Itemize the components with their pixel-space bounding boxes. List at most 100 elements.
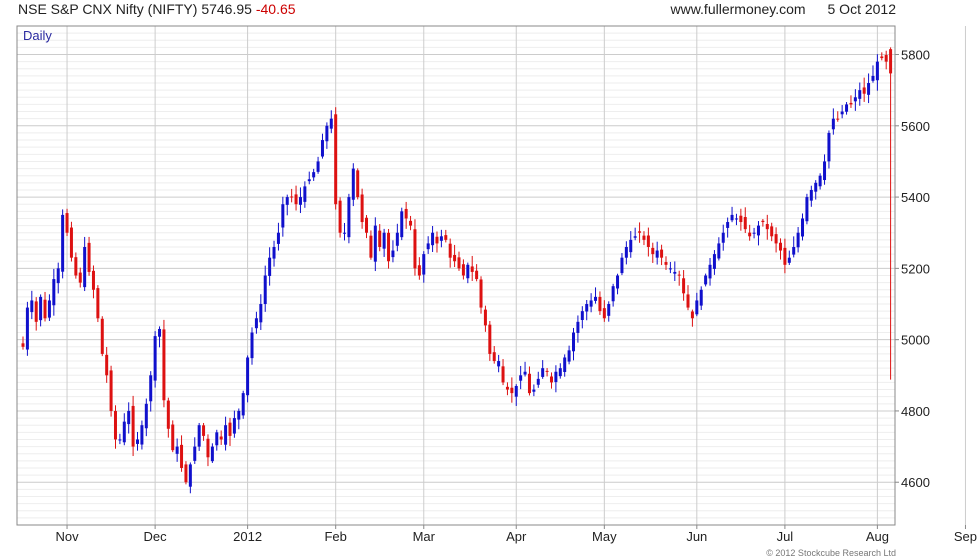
candle-body <box>100 318 104 354</box>
candle-body <box>140 425 144 445</box>
candle-body <box>466 264 470 279</box>
candle-body <box>417 265 421 276</box>
candle-body <box>519 375 523 381</box>
price-chart: 4600 4800 5000 5200 5400 5600 5800 Nov Dec 2012 Fe… <box>16 25 977 544</box>
y-tick-label: 5800 <box>901 48 930 63</box>
candle-body <box>61 214 65 272</box>
candle-body <box>708 264 712 279</box>
candle-body <box>369 235 373 258</box>
candle-body <box>210 446 214 462</box>
candle-body <box>664 262 668 265</box>
candle-body <box>65 213 69 233</box>
candle-body <box>52 279 56 306</box>
candle-body <box>21 343 25 347</box>
candle-body <box>743 217 747 230</box>
candle-body <box>801 218 805 237</box>
x-tick-label: Jun <box>686 529 707 544</box>
candle-body <box>686 294 690 308</box>
candle-body <box>602 308 606 319</box>
candle-body <box>224 425 228 445</box>
x-tick-label: Dec <box>144 529 168 544</box>
candle-body <box>312 172 316 178</box>
candle-body <box>316 161 320 172</box>
candle-body <box>360 194 364 223</box>
candle-body <box>83 246 87 288</box>
x-tick-label: Feb <box>324 529 346 544</box>
candle-body <box>862 87 866 94</box>
candle-body <box>853 97 857 102</box>
candle-body <box>96 288 100 319</box>
candle-body <box>734 218 738 220</box>
last-bar-body <box>889 49 893 74</box>
candle-body <box>792 246 796 255</box>
candle-body <box>589 300 593 307</box>
candle-body <box>875 61 879 81</box>
candle-body <box>814 182 818 192</box>
candle-body <box>638 231 642 233</box>
candle-body <box>541 368 545 377</box>
candle-body <box>320 140 324 157</box>
x-tick-label: 2012 <box>233 529 262 544</box>
candle-body <box>501 366 505 383</box>
candle-body <box>475 270 479 280</box>
x-tick-label: Aug <box>866 529 889 544</box>
candle-body <box>536 378 540 385</box>
y-tick-label: 5400 <box>901 190 930 205</box>
candle-body <box>761 220 765 223</box>
candle-body <box>849 102 853 105</box>
y-tick-label: 5600 <box>901 119 930 134</box>
candle-body <box>329 118 333 129</box>
candle-body <box>325 125 329 142</box>
candle-body <box>158 328 162 337</box>
candle-body <box>197 425 201 447</box>
candle-body <box>514 385 518 397</box>
candle-body <box>127 410 131 425</box>
candle-body <box>479 279 483 308</box>
candle-body <box>510 387 514 394</box>
candle-body <box>272 246 276 259</box>
x-tick-label: Jul <box>777 529 794 544</box>
candle-body <box>193 446 197 461</box>
candle-body <box>43 299 47 319</box>
candle-body <box>351 168 355 200</box>
candle-body <box>294 194 298 205</box>
candle-body <box>188 464 192 487</box>
candle-body <box>712 254 716 269</box>
candle-body <box>616 275 620 289</box>
candle-body <box>250 332 254 359</box>
candle-body <box>56 268 60 284</box>
candle-body <box>752 232 756 234</box>
candle-body <box>620 257 624 274</box>
candle-body <box>470 266 474 272</box>
candle-body <box>633 236 637 238</box>
candle-body <box>796 232 800 248</box>
candle-body <box>228 422 232 436</box>
candle-body <box>523 371 527 375</box>
candle-body <box>453 254 457 262</box>
candle-body <box>809 189 813 201</box>
candle-body <box>25 307 29 350</box>
candle-body <box>651 247 655 255</box>
candle-body <box>395 232 399 246</box>
candle-body <box>254 318 258 329</box>
x-tick-label: Apr <box>506 529 527 544</box>
candle-body <box>39 296 43 321</box>
candle-body <box>505 386 509 390</box>
candle-body <box>836 118 840 120</box>
candle-body <box>426 243 430 250</box>
candle-body <box>572 332 576 352</box>
candle-body <box>629 239 633 253</box>
candle-body <box>823 161 827 181</box>
copyright-notice: © 2012 Stockcube Research Ltd <box>766 548 896 558</box>
candle-body <box>884 55 888 62</box>
candle-body <box>382 232 386 249</box>
candle-body <box>131 405 135 447</box>
candle-body <box>47 300 51 318</box>
candle-body <box>109 370 113 411</box>
candle-body <box>259 304 263 323</box>
candle-body <box>880 56 884 59</box>
candle-body <box>594 296 598 301</box>
candle-body <box>113 410 117 440</box>
candle-body <box>219 436 223 440</box>
candle-body <box>281 204 285 228</box>
